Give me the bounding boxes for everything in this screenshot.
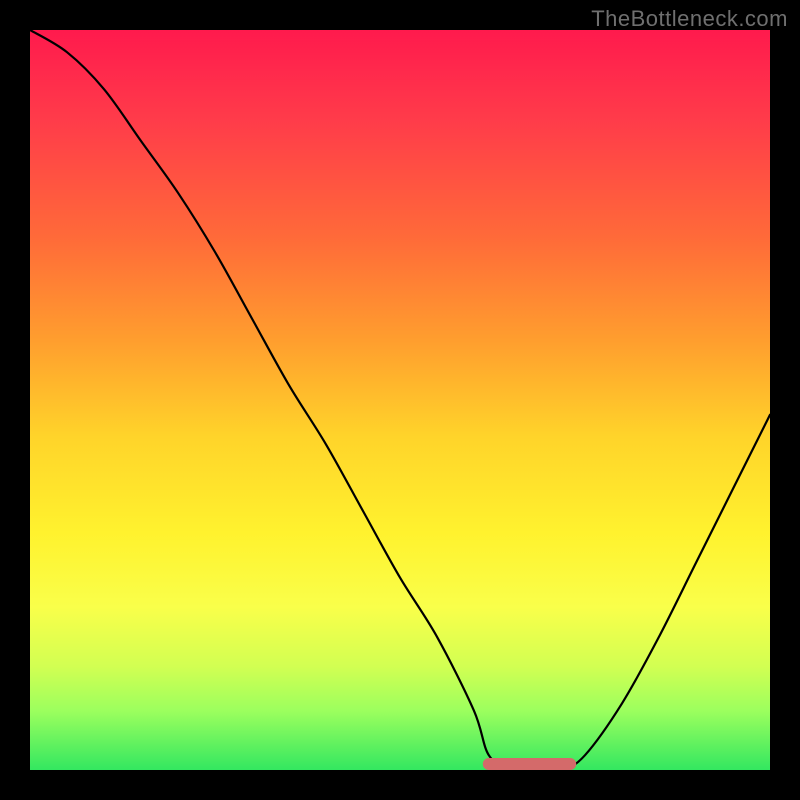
bottleneck-curve (30, 30, 770, 770)
plot-area (30, 30, 770, 770)
chart-frame: TheBottleneck.com (0, 0, 800, 800)
curve-layer (30, 30, 770, 770)
watermark-text: TheBottleneck.com (591, 6, 788, 32)
